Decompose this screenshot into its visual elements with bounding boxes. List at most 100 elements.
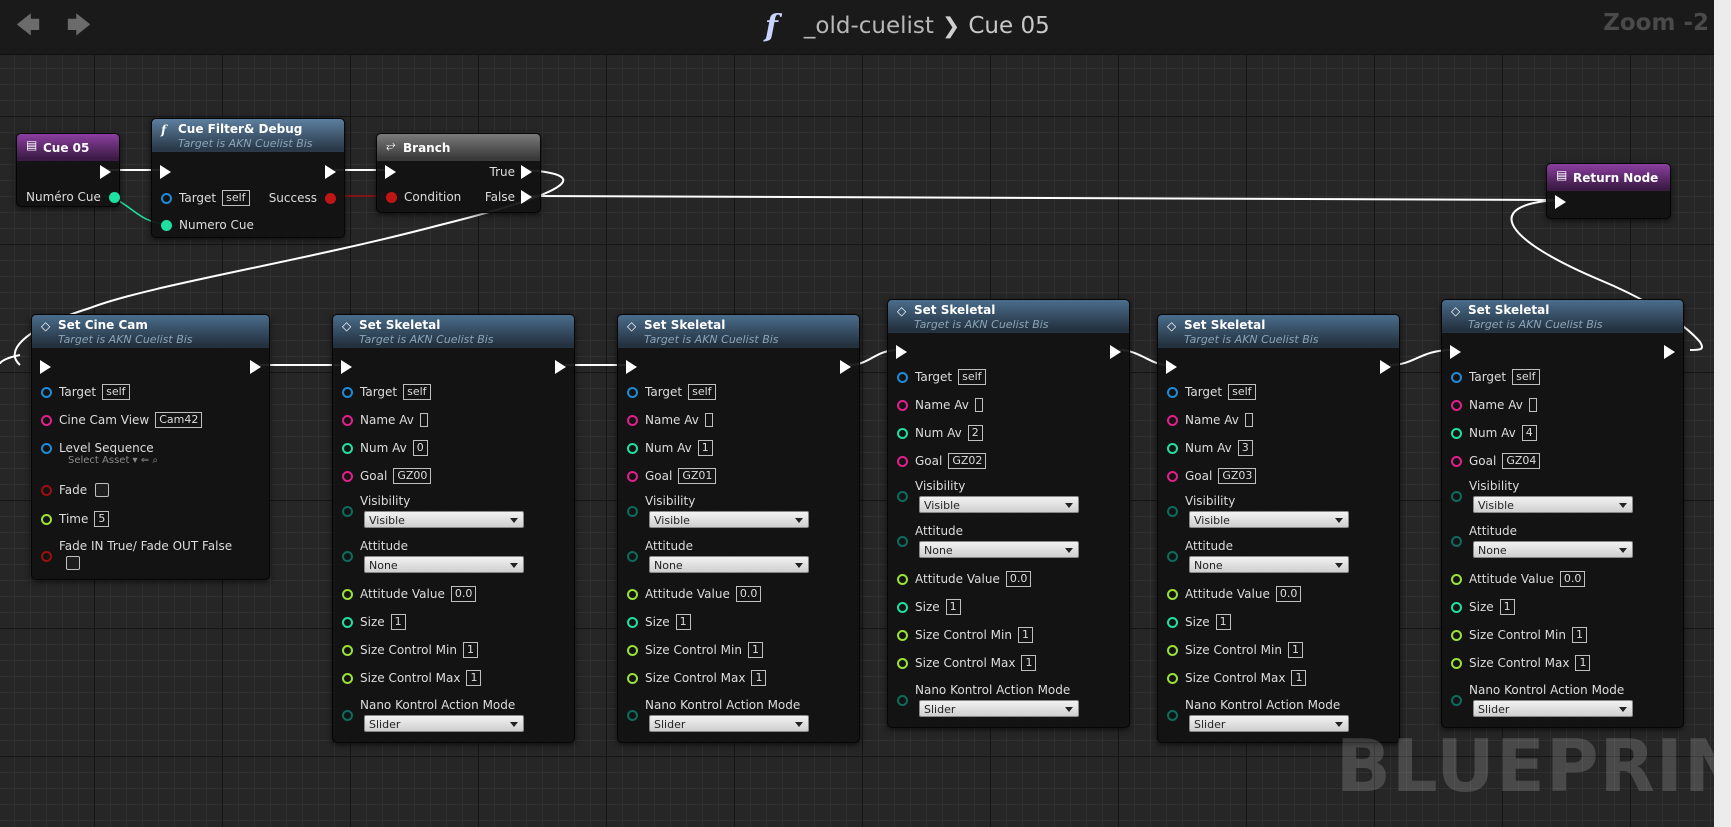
attitude-value-field[interactable]: 0.0 [1275,586,1302,602]
nano-kontrol-dropdown[interactable]: Slider [1189,715,1349,732]
attitude-dropdown[interactable]: None [1473,541,1633,558]
enum-pin-icon[interactable] [1451,490,1462,502]
forward-arrow-icon[interactable]: 🡆 [63,10,95,40]
goal-field[interactable]: GZ03 [1218,468,1257,484]
float-pin-icon[interactable] [1167,644,1178,656]
visibility-dropdown[interactable]: Visible [649,511,809,528]
attitude-dropdown[interactable]: None [919,541,1079,558]
num-av-field[interactable]: 3 [1237,440,1253,456]
exec-in-pin[interactable] [1555,193,1566,211]
float-pin-icon[interactable] [41,513,52,525]
enum-pin-icon[interactable] [627,709,638,721]
target-value-field[interactable]: self [102,384,130,400]
float-pin-icon[interactable] [1167,588,1178,600]
attitude-value-field[interactable]: 0.0 [1559,571,1586,587]
int-pin-icon[interactable] [1451,427,1462,439]
enum-pin-icon[interactable] [627,550,638,562]
float-pin-icon[interactable] [1167,672,1178,684]
string-pin-icon[interactable] [897,455,908,467]
enum-pin-icon[interactable] [1167,550,1178,562]
name-av-field[interactable] [704,413,713,427]
size-field[interactable]: 1 [1215,614,1231,630]
string-pin-icon[interactable] [41,414,52,426]
exec-out-pin[interactable] [555,358,566,376]
size-field[interactable]: 1 [675,614,691,630]
attitude-value-field[interactable]: 0.0 [450,586,477,602]
breadcrumb-function[interactable]: _old-cuelist [804,13,934,39]
browse-arrow-icon[interactable]: ⇐ [141,455,149,466]
float-pin-icon[interactable] [627,672,638,684]
nano-kontrol-dropdown[interactable]: Slider [919,700,1079,717]
string-pin-icon[interactable] [1167,470,1178,482]
size-max-field[interactable]: 1 [751,670,767,686]
string-pin-icon[interactable] [1167,414,1178,426]
cine-cam-view-field[interactable]: Cam42 [155,412,203,428]
bool-pin-icon[interactable] [325,192,336,204]
exec-in-pin[interactable] [896,343,907,361]
nano-kontrol-dropdown[interactable]: Slider [649,715,809,732]
size-max-field[interactable]: 1 [1291,670,1307,686]
float-pin-icon[interactable] [342,672,353,684]
set-skeletal-node[interactable]: ◇ Set Skeletal Target is AKN Cuelist Bis… [887,299,1130,728]
branch-node[interactable]: ⥂ Branch True Condition False [376,133,541,213]
float-pin-icon[interactable] [627,588,638,600]
exec-out-pin[interactable] [325,163,336,181]
set-skeletal-node[interactable]: ◇ Set Skeletal Target is AKN Cuelist Bis… [332,314,575,743]
size-min-field[interactable]: 1 [1017,627,1033,643]
exec-in-pin[interactable] [341,358,352,376]
enum-pin-icon[interactable] [897,694,908,706]
object-pin-icon[interactable] [41,386,52,398]
bool-pin-icon[interactable] [41,550,52,562]
int-pin-icon[interactable] [108,191,120,203]
bool-pin-icon[interactable] [41,484,52,496]
size-min-field[interactable]: 1 [462,642,478,658]
nano-kontrol-dropdown[interactable]: Slider [364,715,524,732]
entry-node[interactable]: ▤ Cue 05 Numéro Cue [16,133,120,207]
goal-field[interactable]: GZ01 [678,468,717,484]
exec-out-pin[interactable] [1110,343,1121,361]
enum-pin-icon[interactable] [1167,505,1178,517]
fade-in-checkbox[interactable] [66,556,80,570]
exec-in-pin[interactable] [40,358,51,376]
string-pin-icon[interactable] [627,414,638,426]
visibility-dropdown[interactable]: Visible [919,496,1079,513]
vertical-scrollbar[interactable] [1714,0,1731,827]
exec-out-pin[interactable] [840,358,851,376]
string-pin-icon[interactable] [342,470,353,482]
int-pin-icon[interactable] [1167,616,1178,628]
attitude-value-field[interactable]: 0.0 [1005,571,1032,587]
enum-pin-icon[interactable] [1167,709,1178,721]
object-pin-icon[interactable] [897,371,908,383]
float-pin-icon[interactable] [897,629,908,641]
float-pin-icon[interactable] [897,657,908,669]
visibility-dropdown[interactable]: Visible [1473,496,1633,513]
object-pin-icon[interactable] [161,192,172,204]
enum-pin-icon[interactable] [342,550,353,562]
num-av-field[interactable]: 1 [697,440,713,456]
size-field[interactable]: 1 [945,599,961,615]
bool-pin-icon[interactable] [386,191,397,203]
size-min-field[interactable]: 1 [1287,642,1303,658]
size-max-field[interactable]: 1 [466,670,482,686]
set-skeletal-node[interactable]: ◇ Set Skeletal Target is AKN Cuelist Bis… [617,314,860,743]
exec-in-pin[interactable] [1450,343,1461,361]
float-pin-icon[interactable] [1451,629,1462,641]
search-icon[interactable]: ⌕ [152,455,158,466]
string-pin-icon[interactable] [342,414,353,426]
select-asset-dropdown[interactable]: Select Asset ▾ ⇐ ⌕ [68,455,158,466]
enum-pin-icon[interactable] [1451,694,1462,706]
object-pin-icon[interactable] [41,442,52,454]
float-pin-icon[interactable] [342,644,353,656]
time-field[interactable]: 5 [94,511,110,527]
int-pin-icon[interactable] [897,427,908,439]
num-av-field[interactable]: 0 [412,440,428,456]
object-pin-icon[interactable] [342,386,353,398]
nano-kontrol-dropdown[interactable]: Slider [1473,700,1633,717]
attitude-value-field[interactable]: 0.0 [735,586,762,602]
exec-out-pin[interactable] [1664,343,1675,361]
exec-out-pin[interactable] [100,163,111,181]
num-av-field[interactable]: 4 [1521,425,1537,441]
exec-in-pin[interactable] [160,163,171,181]
visibility-dropdown[interactable]: Visible [364,511,524,528]
int-pin-icon[interactable] [342,442,353,454]
